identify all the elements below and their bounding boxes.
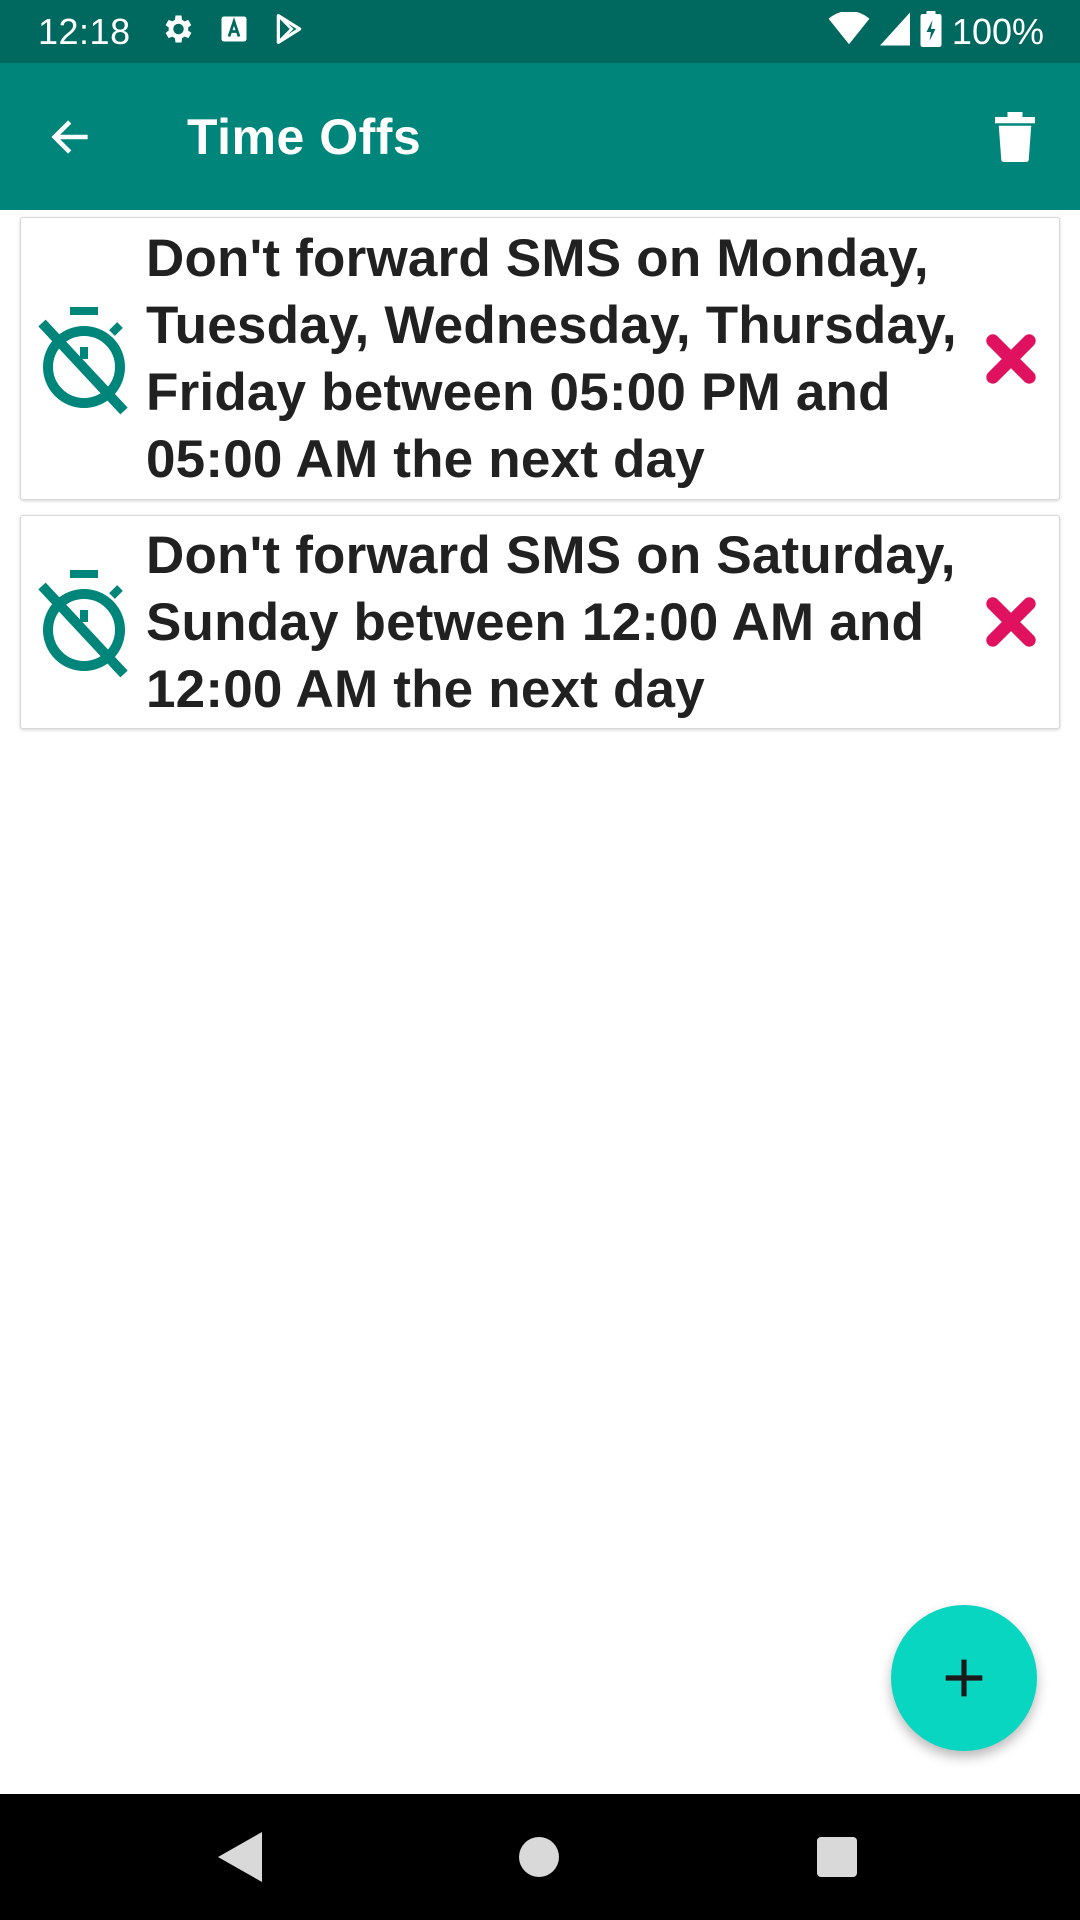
nav-recents-icon [817, 1837, 857, 1877]
nav-home-icon [519, 1837, 559, 1877]
font-a-icon [219, 14, 249, 49]
time-off-text: Don't forward SMS on Monday, Tuesday, We… [146, 228, 957, 489]
plus-icon [945, 1659, 983, 1697]
wifi-icon [828, 11, 870, 51]
status-system-icons: 100% [828, 11, 1044, 53]
time-off-item[interactable]: Don't forward SMS on Saturday, Sunday be… [20, 515, 1060, 729]
time-off-item[interactable]: Don't forward SMS on Monday, Tuesday, We… [20, 217, 1060, 500]
system-nav-bar [0, 1794, 1080, 1920]
time-off-text: Don't forward SMS on Saturday, Sunday be… [146, 525, 956, 719]
status-time: 12:18 [38, 10, 131, 52]
timer-off-icon [21, 566, 146, 678]
delete-all-button[interactable] [980, 102, 1050, 172]
page-title: Time Offs [187, 108, 422, 165]
nav-recents-button[interactable] [804, 1824, 870, 1890]
trash-icon [995, 111, 1035, 162]
delete-time-off-button[interactable] [971, 596, 1051, 648]
nav-home-button[interactable] [506, 1824, 572, 1890]
cell-signal-icon [879, 12, 910, 51]
nav-back-button[interactable] [208, 1824, 272, 1890]
status-bar: 12:18 100% [0, 0, 1080, 63]
play-store-icon [273, 13, 305, 50]
battery-percent: 100% [951, 10, 1044, 52]
status-notification-icons [159, 11, 305, 52]
time-offs-list: Don't forward SMS on Monday, Tuesday, We… [20, 217, 1060, 744]
nav-back-icon [218, 1832, 262, 1882]
close-x-icon [986, 333, 1036, 384]
timer-off-icon [21, 303, 146, 415]
close-x-icon [986, 597, 1036, 647]
battery-charging-icon [920, 11, 942, 52]
delete-time-off-button[interactable] [971, 333, 1051, 385]
add-time-off-button[interactable] [891, 1605, 1037, 1751]
app-bar: Time Offs [0, 63, 1080, 210]
settings-icon [159, 11, 195, 52]
arrow-back-icon [51, 119, 88, 154]
back-button[interactable] [40, 107, 100, 167]
